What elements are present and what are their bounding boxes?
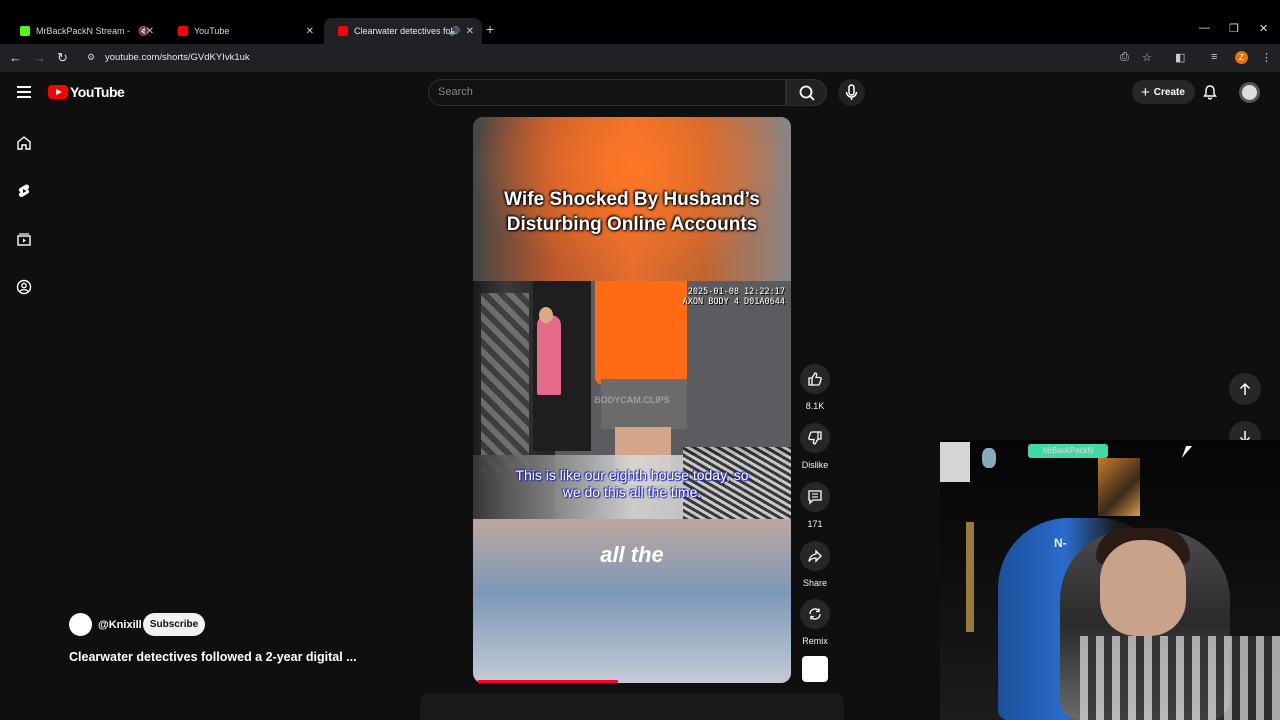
create-label: Create (1153, 86, 1185, 98)
reload-button[interactable]: ↻ (57, 50, 68, 66)
nav-shorts[interactable] (16, 183, 32, 204)
youtube-logo-icon[interactable] (48, 85, 68, 99)
like-count: 8.1K (805, 401, 825, 411)
video-watermark: BODYCAM.CLIPS (594, 395, 670, 405)
account-avatar[interactable] (1239, 82, 1260, 103)
share-label: Share (802, 578, 828, 588)
shorts-icon (18, 184, 30, 198)
previous-short-button[interactable] (1229, 373, 1261, 405)
home-icon (17, 136, 31, 150)
youtube-logo-text[interactable]: YouTube (70, 84, 125, 100)
media-control-icon[interactable]: ≡ (1211, 51, 1217, 63)
profile-avatar[interactable]: Z (1235, 51, 1248, 64)
arrow-up-icon (1239, 382, 1251, 395)
video-title-line: Wife Shocked By Husband’s (504, 189, 760, 210)
site-info-icon[interactable]: ⚙ (87, 52, 95, 63)
search-icon (799, 85, 815, 101)
remix-button[interactable]: Remix (800, 599, 830, 646)
browser-menu-icon[interactable]: ⋮ (1261, 51, 1272, 64)
restore-button[interactable]: ❐ (1229, 22, 1239, 35)
webcam-neon-sign: MrBackPackN (1028, 444, 1108, 458)
dislike-label: Dislike (801, 460, 829, 470)
webcam-wall-frame (940, 442, 970, 482)
webcam-chair-logo: N- (1054, 536, 1067, 550)
caption-line: This is like our eighth house today, so (515, 467, 749, 483)
tab-close-icon[interactable]: ✕ (466, 26, 474, 37)
next-short-preview[interactable] (420, 693, 844, 720)
comment-icon (808, 490, 822, 505)
tab-close-icon[interactable]: ✕ (146, 26, 154, 37)
back-button[interactable]: ← (9, 50, 22, 65)
video-title-line: Disturbing Online Accounts (506, 214, 758, 235)
webcam-wall-stick (966, 522, 974, 632)
webcam-plaid-shirt (1080, 636, 1280, 720)
thumbs-up-icon (808, 372, 822, 386)
channel-handle[interactable]: @Knixill (98, 619, 142, 631)
new-tab-button[interactable]: + (486, 21, 494, 37)
nav-subscriptions[interactable] (16, 231, 32, 252)
account-circle-icon (16, 279, 32, 295)
voice-search-button[interactable] (838, 79, 865, 106)
youtube-favicon-icon (178, 26, 188, 36)
webcam-streamer-face (1100, 540, 1186, 636)
door-glass (481, 293, 529, 473)
tab-title: YouTube (194, 26, 230, 36)
subscribe-button[interactable]: Subscribe (143, 613, 205, 636)
tab-audio-icon[interactable]: 🔊 (449, 26, 460, 37)
bodycam-timestamp: 2025-01-08 12:22:17 AXON BODY 4 D01A0644 (473, 287, 785, 307)
create-button[interactable]: + Create (1132, 80, 1195, 104)
tab-clearwater-detectives[interactable]: Clearwater detectives follow 🔊 ✕ (324, 18, 482, 44)
bodycam-line: AXON BODY 4 D01A0644 (682, 297, 785, 307)
woman-figure (537, 315, 561, 395)
short-video-player[interactable]: Wife Shocked By Husband’s Disturbing Onl… (473, 117, 791, 683)
short-title[interactable]: Clearwater detectives followed a 2-year … (69, 650, 357, 664)
webcam-wall-decor (982, 448, 996, 468)
comments-button[interactable]: 171 (800, 482, 830, 529)
nav-home[interactable] (16, 135, 32, 156)
remix-icon (809, 608, 821, 620)
bell-icon (1203, 85, 1217, 100)
sound-thumbnail[interactable] (802, 656, 828, 682)
minimize-button[interactable]: — (1199, 22, 1210, 34)
dislike-button[interactable]: Dislike (800, 423, 830, 470)
tab-title: MrBackPackN Stream - Wat (36, 26, 132, 36)
tab-mrbackpackn-stream[interactable]: MrBackPackN Stream - Wat 🔇 ✕ (6, 18, 162, 44)
nav-you[interactable] (16, 279, 32, 300)
subscriptions-icon (17, 233, 31, 246)
video-lower-text: all the (600, 542, 664, 567)
install-app-icon[interactable]: ⎙ (1120, 51, 1129, 64)
url-text[interactable]: youtube.com/shorts/GVdKYIvk1uk (105, 52, 250, 63)
microphone-icon (845, 84, 858, 100)
bookmark-star-icon[interactable]: ☆ (1142, 51, 1152, 64)
kick-favicon-icon (20, 26, 30, 36)
search-button[interactable] (786, 79, 827, 106)
plus-icon: + (1141, 83, 1150, 101)
search-input[interactable] (438, 84, 778, 100)
forward-button[interactable]: → (33, 50, 46, 65)
caption-line: we do this all the time. (562, 484, 702, 500)
thumbs-down-icon (808, 431, 822, 445)
extensions-icon[interactable]: ◧ (1175, 51, 1185, 64)
hamburger-menu-icon[interactable] (17, 86, 31, 98)
youtube-favicon-icon (338, 26, 348, 36)
video-progress-bar[interactable] (478, 680, 618, 683)
webcam-tiger-poster (1098, 458, 1140, 516)
share-icon (808, 549, 822, 563)
comment-count: 171 (807, 519, 823, 529)
like-button[interactable]: 8.1K (800, 364, 830, 411)
remix-label: Remix (802, 636, 828, 646)
tab-title: Clearwater detectives follow (354, 26, 452, 36)
bodycam-line: 2025-01-08 12:22:17 (687, 287, 785, 297)
video-title-overlay: Wife Shocked By Husband’s Disturbing Onl… (473, 187, 791, 237)
channel-avatar[interactable] (69, 613, 92, 636)
share-button[interactable]: Share (800, 541, 830, 588)
notifications-button[interactable] (1202, 84, 1218, 105)
video-caption: This is like our eighth house today, so … (483, 467, 781, 501)
tab-close-icon[interactable]: ✕ (306, 26, 314, 37)
streamer-webcam-overlay: MrBackPackN N- (940, 440, 1280, 720)
woman-head (539, 307, 553, 323)
close-window-button[interactable]: ✕ (1259, 22, 1268, 35)
tab-youtube[interactable]: YouTube ✕ (164, 18, 322, 44)
